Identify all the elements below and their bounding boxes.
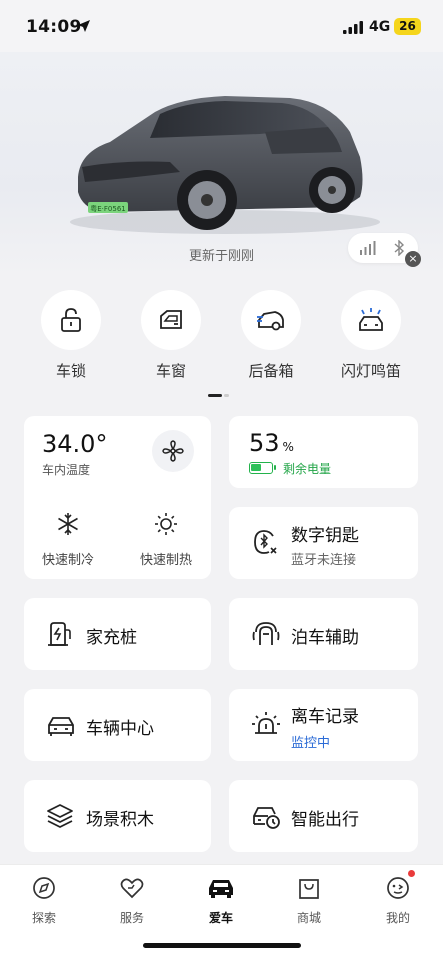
explore-icon <box>33 877 55 899</box>
fan-icon <box>162 440 184 462</box>
quick-control-label: 车锁 <box>55 362 86 380</box>
digital-key-title: 数字钥匙 <box>291 526 359 546</box>
cellular-signal-icon <box>343 21 363 34</box>
home-charger-title: 家充桩 <box>86 628 137 648</box>
status-time: 14:09 <box>26 17 82 37</box>
tab-my-car[interactable]: 爱车 <box>191 875 251 926</box>
snowflake-icon <box>58 513 78 535</box>
quick-heat-label: 快速制热 <box>139 553 192 568</box>
home-charger-card[interactable]: 家充桩 <box>24 598 211 670</box>
digital-key-status: 蓝牙未连接 <box>291 553 357 568</box>
pager-dot-active <box>208 394 222 397</box>
close-icon[interactable]: × <box>405 251 421 267</box>
scene-blocks-card[interactable]: 场景积木 <box>24 780 211 852</box>
digital-key-card[interactable]: 数字钥匙 蓝牙未连接 <box>229 507 418 579</box>
status-bar: 14:09 4G 26 <box>0 0 443 52</box>
vehicle-center-title: 车辆中心 <box>86 719 154 739</box>
quick-control-flash-horn[interactable]: 闪灯鸣笛 <box>336 290 406 381</box>
battery-icon <box>249 462 276 474</box>
tab-label: 爱车 <box>208 911 233 925</box>
battery-value: 53 <box>249 429 280 457</box>
quick-control-label: 后备箱 <box>248 362 294 380</box>
battery-unit: % <box>282 440 294 454</box>
tab-label: 商城 <box>296 911 321 925</box>
sun-icon <box>155 513 177 535</box>
tab-explore[interactable]: 探索 <box>14 875 74 926</box>
home-indicator[interactable] <box>143 943 301 948</box>
vehicle-center-card[interactable]: 车辆中心 <box>24 689 211 761</box>
tab-label: 我的 <box>385 911 410 925</box>
cabin-temperature-label: 车内温度 <box>42 463 91 477</box>
quick-control-trunk[interactable]: 后备箱 <box>236 290 306 381</box>
trunk-button[interactable] <box>241 290 301 350</box>
tab-label: 探索 <box>31 911 56 925</box>
pager-dot <box>224 394 229 397</box>
quick-cool-button[interactable]: 快速制冷 <box>28 511 108 568</box>
lock-button[interactable] <box>41 290 101 350</box>
parking-assist-icon <box>252 622 280 645</box>
charger-icon <box>48 622 71 646</box>
vehicle-icon <box>48 717 74 736</box>
parking-assist-card[interactable]: 泊车辅助 <box>229 598 418 670</box>
service-icon <box>120 878 144 899</box>
profile-icon <box>387 877 409 899</box>
quick-control-lock[interactable]: 车锁 <box>36 290 106 381</box>
window-icon <box>160 310 182 329</box>
smart-travel-icon <box>253 807 280 829</box>
fan-button[interactable] <box>152 430 194 472</box>
window-button[interactable] <box>141 290 201 350</box>
smart-travel-title: 智能出行 <box>291 810 359 830</box>
trunk-icon <box>257 311 284 331</box>
quick-control-label: 闪灯鸣笛 <box>340 362 401 380</box>
battery-card[interactable]: 53% 剩余电量 <box>229 416 418 488</box>
parking-assist-title: 泊车辅助 <box>291 628 359 648</box>
flash-horn-button[interactable] <box>341 290 401 350</box>
shop-icon <box>299 879 319 899</box>
departure-record-card[interactable]: 离车记录 监控中 <box>229 689 418 761</box>
alarm-light-icon <box>252 712 280 734</box>
smart-travel-card[interactable]: 智能出行 <box>229 780 418 852</box>
tab-service[interactable]: 服务 <box>102 875 162 926</box>
quick-control-window[interactable]: 车窗 <box>136 290 206 381</box>
network-type: 4G <box>369 19 391 35</box>
cabin-temperature: 34.0° <box>42 430 108 458</box>
location-arrow-icon <box>78 20 90 32</box>
lock-icon <box>61 308 81 332</box>
flash-horn-icon <box>359 308 383 331</box>
departure-record-title: 离车记录 <box>291 707 359 727</box>
scene-blocks-title: 场景积木 <box>86 810 154 830</box>
bluetooth-icon <box>394 240 405 256</box>
tab-label: 服务 <box>119 911 144 925</box>
quick-control-label: 车窗 <box>155 362 186 380</box>
signal-bars-icon <box>360 241 376 255</box>
quick-cool-label: 快速制冷 <box>41 553 94 568</box>
quick-heat-button[interactable]: 快速制热 <box>126 511 206 568</box>
tab-profile[interactable]: 我的 <box>368 875 428 926</box>
car-icon <box>209 880 233 898</box>
notification-dot <box>408 870 415 877</box>
vehicle-image[interactable]: 粤E·F0561 <box>60 72 380 237</box>
battery-label: 剩余电量 <box>283 462 332 476</box>
bluetooth-key-icon <box>254 530 277 554</box>
battery-percent: 53% <box>249 429 294 457</box>
license-plate-text: 粤E·F0561 <box>90 204 126 213</box>
climate-card[interactable]: 34.0° 车内温度 快速制冷 快速制热 <box>24 416 211 579</box>
tab-shop[interactable]: 商城 <box>279 875 339 926</box>
departure-record-status: 监控中 <box>291 736 331 751</box>
layers-icon <box>47 804 73 828</box>
battery-level-fill <box>251 464 261 471</box>
battery-indicator: 26 <box>394 18 421 35</box>
